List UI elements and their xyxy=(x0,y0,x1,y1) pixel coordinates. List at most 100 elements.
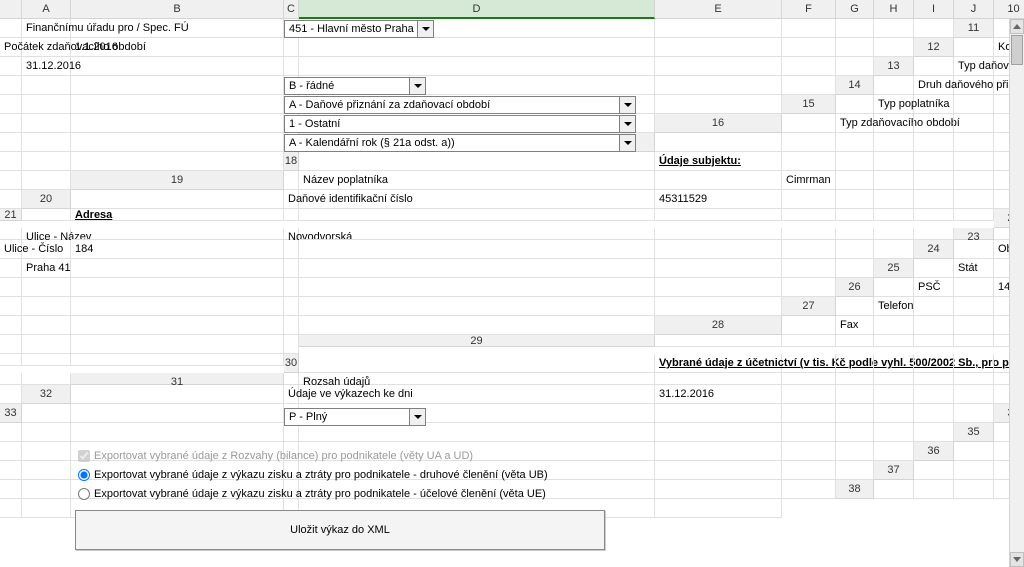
cell-empty[interactable] xyxy=(299,278,655,297)
cell-empty[interactable] xyxy=(914,171,954,190)
cell-empty[interactable] xyxy=(954,95,994,114)
col-header-C[interactable]: C xyxy=(284,0,299,19)
cell-empty[interactable] xyxy=(284,259,299,278)
typ-zdan-obdobi-combo[interactable]: A - Kalendářní rok (§ 21a odst. a)) xyxy=(284,134,636,152)
cell-empty[interactable] xyxy=(0,442,22,461)
cell-empty[interactable] xyxy=(836,404,874,423)
cell-empty[interactable] xyxy=(0,19,22,38)
row-header-15[interactable]: 15 xyxy=(782,95,836,114)
cell-D12[interactable]: 31.12.2016 xyxy=(22,57,71,76)
cell-empty[interactable] xyxy=(22,423,71,442)
cell-empty[interactable] xyxy=(22,316,71,335)
cell-empty[interactable] xyxy=(914,354,954,373)
col-header-J[interactable]: J xyxy=(954,0,994,19)
cell-empty[interactable] xyxy=(71,385,284,404)
cell-empty[interactable] xyxy=(655,373,782,385)
cell-empty[interactable] xyxy=(71,354,284,366)
cell-B20[interactable]: Daňové identifikační číslo xyxy=(284,190,299,209)
cell-empty[interactable] xyxy=(284,171,299,190)
cell-empty[interactable] xyxy=(0,354,22,366)
cell-B10[interactable]: Finančnímu úřadu pro / Spec. FÚ xyxy=(22,19,71,38)
cell-empty[interactable] xyxy=(782,114,836,133)
cell-empty[interactable] xyxy=(71,76,284,95)
row-header-23[interactable]: 23 xyxy=(954,228,994,240)
cell-empty[interactable] xyxy=(655,423,782,442)
cell-empty[interactable] xyxy=(914,316,954,335)
cell-B25[interactable]: Stát xyxy=(954,259,994,278)
cell-empty[interactable] xyxy=(836,442,874,461)
cell-empty[interactable] xyxy=(71,114,284,133)
row-header-31[interactable]: 31 xyxy=(71,373,284,385)
cell-B11[interactable]: Počátek zdaňovacího období xyxy=(0,38,22,57)
cell-empty[interactable] xyxy=(0,133,22,152)
scroll-thumb[interactable] xyxy=(1011,35,1023,65)
row-header-38[interactable]: 38 xyxy=(836,480,874,499)
cell-empty[interactable] xyxy=(22,354,71,366)
cell-empty[interactable] xyxy=(836,38,874,57)
col-header-G[interactable]: G xyxy=(836,0,874,19)
col-header-B[interactable]: B xyxy=(71,0,284,19)
cell-empty[interactable] xyxy=(71,259,284,278)
cell-empty[interactable] xyxy=(71,19,284,38)
cell-empty[interactable] xyxy=(655,404,782,423)
cell-empty[interactable] xyxy=(71,152,284,171)
cell-empty[interactable] xyxy=(836,19,874,38)
cell-empty[interactable] xyxy=(914,385,954,404)
cell-B21[interactable]: Adresa xyxy=(71,209,284,221)
cell-empty[interactable] xyxy=(782,373,836,385)
cell-empty[interactable] xyxy=(0,57,22,76)
cell-empty[interactable] xyxy=(874,240,914,259)
cell-empty[interactable] xyxy=(0,95,22,114)
cell-empty[interactable] xyxy=(22,442,71,461)
row-header-10[interactable]: 10 xyxy=(994,0,1024,19)
cell-B19[interactable]: Název poplatníka xyxy=(299,171,655,190)
cell-empty[interactable] xyxy=(836,228,874,240)
scroll-down-icon[interactable] xyxy=(1010,552,1024,567)
cell-empty[interactable] xyxy=(71,95,284,114)
cell-D24[interactable]: Praha 41 xyxy=(22,259,71,278)
fin-office-combo[interactable]: 451 - Hlavní město Praha xyxy=(284,20,434,38)
row-header-36[interactable]: 36 xyxy=(914,442,954,461)
cell-empty[interactable] xyxy=(22,76,71,95)
cell-empty[interactable] xyxy=(836,95,874,114)
row-header-29[interactable]: 29 xyxy=(299,335,655,347)
cell-empty[interactable] xyxy=(655,278,782,297)
cell-empty[interactable] xyxy=(782,240,836,259)
cell-empty[interactable] xyxy=(782,385,836,404)
cell-empty[interactable] xyxy=(299,316,655,335)
chevron-down-icon[interactable] xyxy=(409,78,425,94)
row-header-25[interactable]: 25 xyxy=(874,259,914,278)
cell-empty[interactable] xyxy=(874,38,914,57)
col-header-A[interactable]: A xyxy=(22,0,71,19)
cell-empty[interactable] xyxy=(914,133,954,152)
cell-empty[interactable] xyxy=(874,423,914,442)
cell-empty[interactable] xyxy=(836,133,874,152)
cell-empty[interactable] xyxy=(914,19,954,38)
cell-empty[interactable] xyxy=(874,76,914,95)
cell-empty[interactable] xyxy=(874,228,914,240)
cell-empty[interactable] xyxy=(782,38,836,57)
cell-empty[interactable] xyxy=(655,461,782,480)
cell-empty[interactable] xyxy=(914,461,954,480)
cell-empty[interactable] xyxy=(782,461,836,480)
row-header-30[interactable]: 30 xyxy=(284,354,299,373)
cell-empty[interactable] xyxy=(914,373,954,385)
cell-empty[interactable] xyxy=(782,76,836,95)
row-header-32[interactable]: 32 xyxy=(22,385,71,404)
row-header-11[interactable]: 11 xyxy=(954,19,994,38)
cell-empty[interactable] xyxy=(655,38,782,57)
cell-empty[interactable] xyxy=(284,209,299,221)
cell-empty[interactable] xyxy=(836,297,874,316)
cell-empty[interactable] xyxy=(954,373,994,385)
cell-empty[interactable] xyxy=(914,152,954,171)
cell-empty[interactable] xyxy=(71,133,284,152)
cell-empty[interactable] xyxy=(0,259,22,278)
cell-empty[interactable] xyxy=(954,354,994,373)
cell-empty[interactable] xyxy=(782,316,836,335)
cell-empty[interactable] xyxy=(655,335,782,347)
cell-D11[interactable]: 1.1.2016 xyxy=(71,38,284,57)
cell-empty[interactable] xyxy=(0,385,22,404)
cell-B26[interactable]: PSČ xyxy=(914,278,954,297)
cell-empty[interactable] xyxy=(284,57,299,76)
cell-empty[interactable] xyxy=(655,228,782,240)
